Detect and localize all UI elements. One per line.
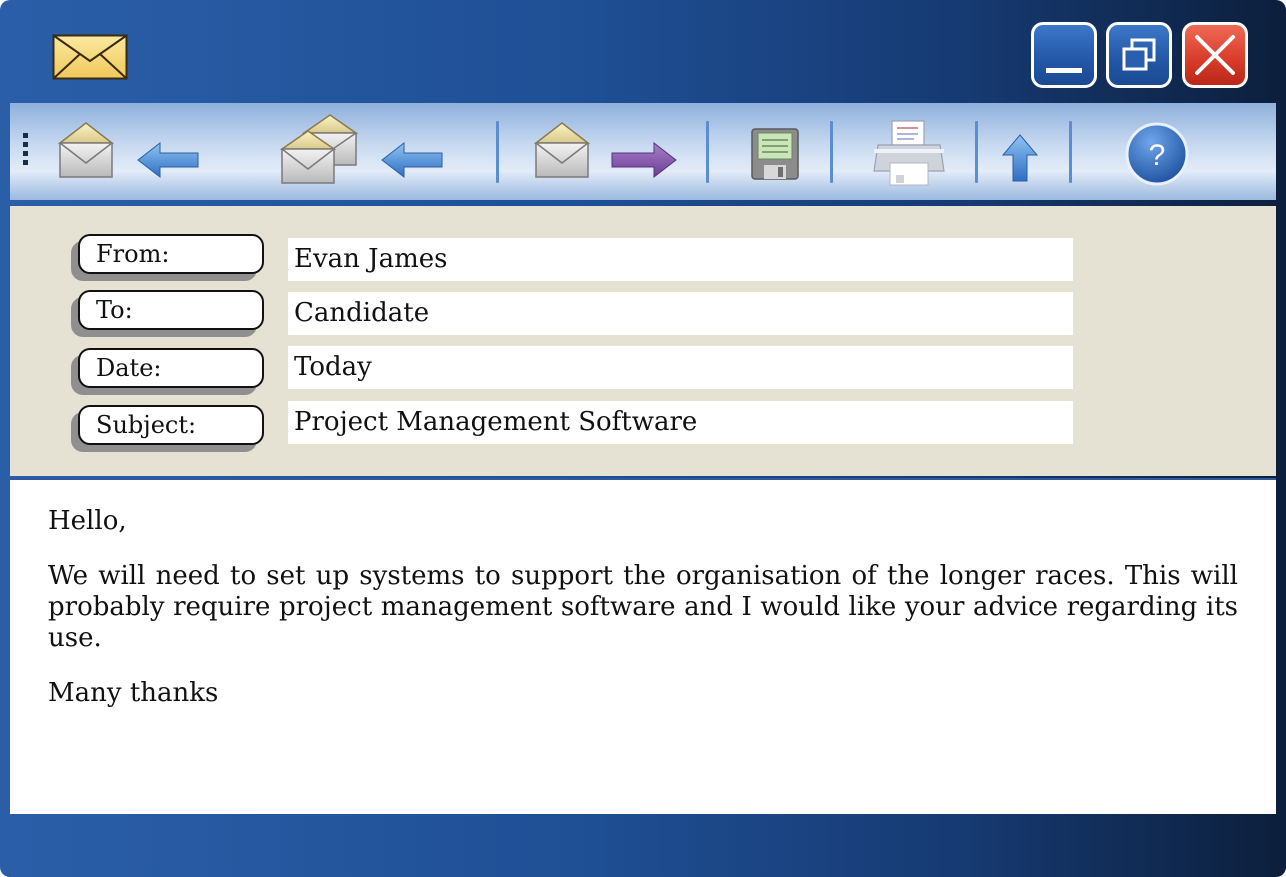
envelope-icon: [52, 34, 128, 80]
save-icon: [751, 128, 799, 180]
up-button[interactable]: [995, 113, 1045, 191]
to-field[interactable]: Candidate: [288, 292, 1073, 335]
toolbar-separator: [975, 121, 978, 183]
subject-field[interactable]: Project Management Software: [288, 401, 1073, 444]
help-icon: ?: [1125, 122, 1189, 186]
restore-icon: [1122, 38, 1156, 71]
minimize-button[interactable]: [1031, 22, 1097, 88]
subject-label: Subject:: [78, 405, 264, 445]
reply-all-icon: [279, 114, 443, 184]
email-window: ? From: Evan James To: Candidate Date: T…: [0, 0, 1286, 877]
forward-button[interactable]: [532, 113, 682, 191]
to-label: To:: [78, 290, 264, 330]
title-bar: [0, 0, 1286, 103]
minimize-icon: [1046, 68, 1082, 73]
message-body[interactable]: Hello, We will need to set up systems to…: [10, 478, 1276, 814]
up-arrow-icon: [1001, 134, 1039, 182]
toolbar-separator: [706, 121, 709, 183]
close-button[interactable]: [1182, 22, 1248, 88]
date-field[interactable]: Today: [288, 346, 1073, 389]
toolbar-separator: [496, 121, 499, 183]
from-field[interactable]: Evan James: [288, 238, 1073, 281]
save-button[interactable]: [748, 113, 804, 191]
close-icon: [1195, 35, 1235, 75]
reply-button[interactable]: [56, 113, 206, 191]
reply-icon: [57, 122, 199, 179]
status-bar: [0, 814, 1286, 877]
print-icon: [873, 120, 945, 186]
toolbar-separator: [1069, 121, 1072, 183]
message-header: From: Evan James To: Candidate Date: Tod…: [10, 206, 1276, 476]
message-paragraph: We will need to set up systems to suppor…: [48, 561, 1238, 653]
date-label: Date:: [78, 348, 264, 388]
svg-text:?: ?: [1149, 139, 1166, 172]
print-button[interactable]: [870, 113, 950, 191]
toolbar: ?: [10, 103, 1276, 200]
toolbar-separator: [830, 121, 833, 183]
greeting-text: Hello,: [48, 506, 127, 536]
toolbar-grip[interactable]: [23, 133, 29, 173]
help-button[interactable]: ?: [1122, 113, 1192, 191]
from-label: From:: [78, 234, 264, 274]
restore-button[interactable]: [1106, 22, 1172, 88]
reply-all-button[interactable]: [278, 113, 458, 191]
forward-icon: [533, 122, 677, 179]
signoff-text: Many thanks: [48, 678, 219, 708]
